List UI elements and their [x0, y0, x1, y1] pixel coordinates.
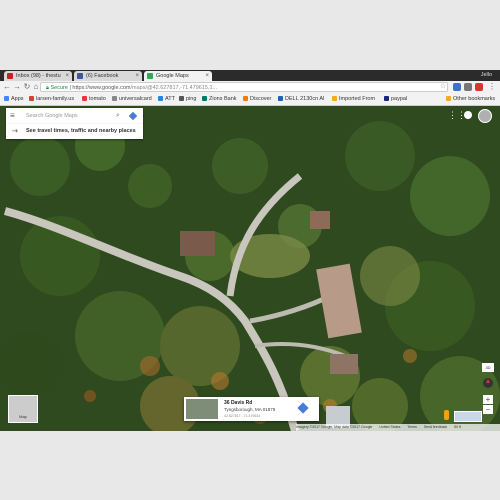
bookmark-item[interactable]: DELL 2130cn Al — [278, 94, 324, 105]
bookmark-item[interactable]: ping — [179, 94, 196, 105]
tab-label: Inbox (98) - thestu — [16, 73, 61, 79]
apps-grid-icon — [4, 95, 9, 101]
bookmark-icon — [179, 95, 184, 101]
close-icon[interactable]: × — [65, 71, 69, 81]
place-locality: Tyngsborough, MA 01879 — [224, 407, 276, 412]
bookmark-icon — [82, 95, 87, 101]
place-coordinates: 42.627817, -71.479634 — [224, 414, 261, 418]
bookmark-icon — [243, 95, 248, 101]
bookmark-item[interactable]: ATT — [158, 94, 175, 105]
bookmarks-bar: Apps larsen-family.us tomato universalca… — [0, 94, 500, 106]
place-info-card[interactable]: 36 Davis Rd Tyngsborough, MA 01879 42.62… — [184, 397, 319, 421]
imagery-thumbnails[interactable] — [454, 411, 482, 422]
maps-icon — [147, 73, 153, 79]
bookmark-item[interactable]: larsen-family.us — [29, 94, 74, 105]
tab-google-maps[interactable]: Google Maps × — [144, 71, 212, 81]
satellite-map[interactable]: ≡ Search Google Maps ⌕ ⇢ See travel time… — [0, 106, 500, 431]
travel-text: See travel times, traffic and nearby pla… — [26, 128, 136, 134]
map-controls: 3D + − — [481, 363, 495, 425]
browser-toolbar: ← → ↻ ⌂ 🔒︎ Secure | https://www.google.c… — [0, 81, 500, 95]
tab-label: (6) Facebook — [86, 73, 119, 79]
bookmark-icon — [158, 95, 163, 101]
tab-gmail[interactable]: Inbox (98) - thestu × — [4, 71, 72, 81]
facebook-icon — [77, 73, 83, 79]
back-arrow-icon[interactable]: ← — [2, 82, 12, 92]
bookmark-icon — [202, 95, 207, 101]
bookmark-item[interactable]: Imported From — [332, 94, 375, 105]
bookmark-star-icon[interactable]: ☆ — [440, 82, 446, 92]
bookmark-icon — [29, 95, 34, 101]
extension-icon[interactable] — [453, 83, 461, 91]
place-address: 36 Davis Rd — [224, 400, 253, 406]
search-input[interactable]: Search Google Maps — [26, 108, 78, 124]
zoom-out-button[interactable]: − — [483, 405, 493, 414]
url-path: /maps/@42.627817,-71.479615,1... — [130, 85, 218, 91]
hamburger-menu-icon[interactable]: ≡ — [10, 108, 15, 124]
forward-arrow-icon[interactable]: → — [12, 82, 22, 92]
folder-icon — [332, 95, 337, 101]
satellite-imagery — [0, 106, 500, 431]
zoom-in-button[interactable]: + — [483, 395, 493, 404]
travel-times-prompt[interactable]: ⇢ See travel times, traffic and nearby p… — [6, 124, 143, 139]
tab-strip: Inbox (98) - thestu × (6) Facebook × Goo… — [0, 70, 500, 81]
directions-icon[interactable] — [297, 402, 309, 414]
scale-label: 50 ft — [454, 425, 461, 429]
directions-icon[interactable] — [128, 111, 138, 121]
tilt-button[interactable]: 3D — [482, 363, 494, 372]
account-controls: ⋮⋮ — [448, 109, 494, 123]
avatar[interactable] — [478, 109, 492, 123]
bookmark-icon — [384, 95, 389, 101]
bookmark-other[interactable]: Other bookmarks — [446, 94, 495, 105]
extension-icon[interactable] — [475, 83, 483, 91]
bookmark-item[interactable]: universalcard — [112, 94, 152, 105]
bookmark-item[interactable]: tomato — [82, 94, 106, 105]
car-icon: ⇢ — [12, 128, 18, 135]
url-host: https://www.google.com — [72, 85, 131, 91]
folder-icon — [446, 95, 451, 101]
tab-label: Google Maps — [156, 73, 189, 79]
lock-icon: 🔒︎ — [46, 85, 49, 91]
bookmark-item[interactable]: paypal — [384, 94, 407, 105]
bookmark-apps[interactable]: Apps — [4, 94, 24, 105]
map-attribution-bar: Imagery ©2017 Google, Map data ©2017 Goo… — [296, 424, 500, 431]
browser-window: Inbox (98) - thestu × (6) Facebook × Goo… — [0, 70, 500, 431]
bookmark-icon — [112, 95, 117, 101]
tab-facebook[interactable]: (6) Facebook × — [74, 71, 142, 81]
compass-icon[interactable] — [483, 378, 493, 388]
close-icon[interactable]: × — [135, 71, 139, 81]
bookmark-item[interactable]: Discover — [243, 94, 271, 105]
extension-icon[interactable] — [464, 83, 472, 91]
close-icon[interactable]: × — [205, 71, 209, 81]
bookmark-item[interactable]: Zions Bank — [202, 94, 237, 105]
profile-name[interactable]: Jello — [481, 70, 492, 81]
menu-dots-icon[interactable]: ⋮ — [487, 82, 497, 92]
map-type-toggle[interactable]: Map — [8, 395, 38, 423]
search-icon[interactable]: ⌕ — [116, 108, 120, 124]
pegman-icon[interactable] — [444, 410, 449, 420]
bookmark-icon — [278, 95, 283, 101]
address-bar[interactable]: 🔒︎ Secure | https://www.google.com/maps/… — [40, 82, 448, 92]
gmail-icon — [7, 73, 13, 79]
secure-label: Secure — [50, 85, 68, 91]
notifications-icon[interactable] — [464, 111, 472, 119]
search-box[interactable]: ≡ Search Google Maps ⌕ — [6, 108, 143, 124]
street-view-thumbnail[interactable] — [186, 399, 218, 419]
